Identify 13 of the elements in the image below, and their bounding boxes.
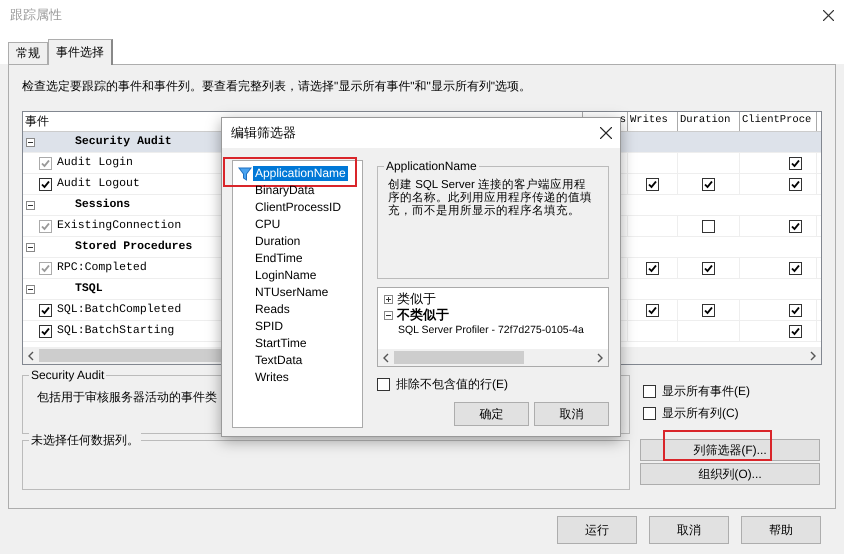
group-title: Security Audit — [29, 368, 106, 383]
column-description-text: 创建 SQL Server 连接的客户端应用程序的名称。此列用应用程序传递的值填充，而不是用所显示的程序名填充。 — [388, 179, 593, 219]
event-label: ExistingConnection — [57, 218, 182, 234]
instruction-text: 检查选定要跟踪的事件和事件列。要查看完整列表，请选择"显示所有事件"和"显示所有列"选项。 — [22, 79, 532, 94]
event-label: SQL:BatchStarting — [57, 324, 174, 338]
window-title: 跟踪属性 — [10, 6, 62, 24]
event-label: RPC:Completed — [57, 260, 147, 276]
event-label: Audit Login — [57, 156, 133, 170]
group-title: ApplicationName — [384, 159, 479, 174]
event-label: Audit Logout — [57, 176, 140, 192]
event-description-text: 包括用于审核服务器活动的事件类 — [36, 390, 217, 405]
group-title: 未选择任何数据列。 — [29, 433, 141, 448]
event-label: SQL:BatchCompleted — [57, 302, 182, 318]
